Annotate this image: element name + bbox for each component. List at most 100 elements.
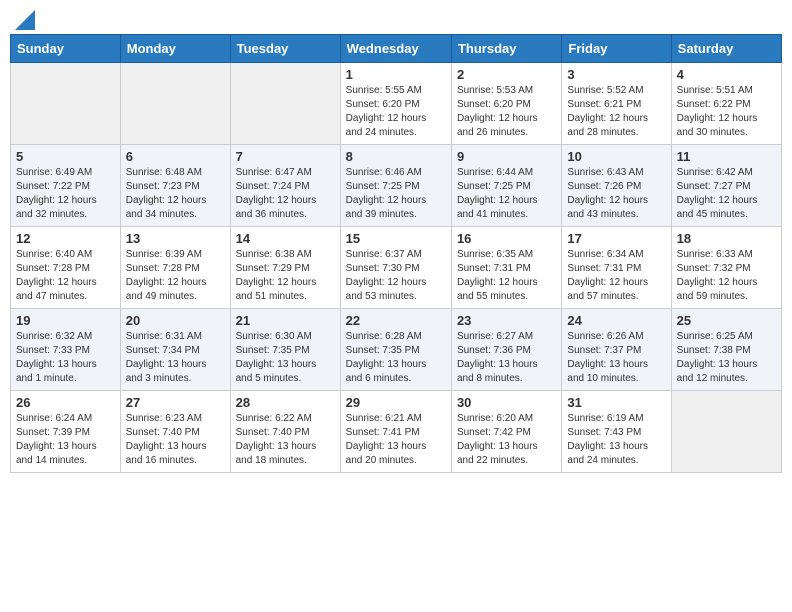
- calendar-cell: 22Sunrise: 6:28 AM Sunset: 7:35 PM Dayli…: [340, 309, 451, 391]
- day-info: Sunrise: 6:20 AM Sunset: 7:42 PM Dayligh…: [457, 412, 556, 468]
- day-info: Sunrise: 6:43 AM Sunset: 7:26 PM Dayligh…: [567, 166, 665, 222]
- calendar-cell: 24Sunrise: 6:26 AM Sunset: 7:37 PM Dayli…: [562, 309, 671, 391]
- day-info: Sunrise: 6:48 AM Sunset: 7:23 PM Dayligh…: [126, 166, 225, 222]
- day-info: Sunrise: 6:21 AM Sunset: 7:41 PM Dayligh…: [346, 412, 446, 468]
- calendar-body: 1Sunrise: 5:55 AM Sunset: 6:20 PM Daylig…: [11, 63, 782, 473]
- calendar-cell: 14 Sunrise: 6:38 AM Sunset: 7:29 PM Dayli…: [230, 227, 340, 309]
- day-number: 20: [126, 313, 225, 328]
- day-number: 2: [457, 67, 556, 82]
- calendar-header-row: SundayMondayTuesdayWednesdayThursdayFrid…: [11, 35, 782, 63]
- day-info: Sunrise: 6:38 AM Sunset: 7:29 PM Dayligh…: [236, 248, 335, 304]
- header-monday: Monday: [120, 35, 230, 63]
- day-info: Sunrise: 6:23 AM Sunset: 7:40 PM Dayligh…: [126, 412, 225, 468]
- day-number: 9: [457, 149, 556, 164]
- day-number: 31: [567, 395, 665, 410]
- calendar-cell: 7 Sunrise: 6:47 AM Sunset: 7:24 PM Daylig…: [230, 145, 340, 227]
- week-row-3: 19 Sunrise: 6:32 AM Sunset: 7:33 PM Dayli…: [11, 309, 782, 391]
- week-row-0: 1Sunrise: 5:55 AM Sunset: 6:20 PM Daylig…: [11, 63, 782, 145]
- day-number: 10: [567, 149, 665, 164]
- calendar-cell: 29 Sunrise: 6:21 AM Sunset: 7:41 PM Dayli…: [340, 391, 451, 473]
- day-number: 11: [677, 149, 776, 164]
- day-number: 14: [236, 231, 335, 246]
- calendar-cell: 5Sunrise: 6:49 AM Sunset: 7:22 PM Daylig…: [11, 145, 121, 227]
- calendar-cell: 16Sunrise: 6:35 AM Sunset: 7:31 PM Dayli…: [451, 227, 561, 309]
- day-number: 23: [457, 313, 556, 328]
- calendar-cell: 26 Sunrise: 6:24 AM Sunset: 7:39 PM Dayli…: [11, 391, 121, 473]
- day-info: Sunrise: 5:53 AM Sunset: 6:20 PM Dayligh…: [457, 84, 556, 140]
- calendar-cell: 6 Sunrise: 6:48 AM Sunset: 7:23 PM Daylig…: [120, 145, 230, 227]
- header-sunday: Sunday: [11, 35, 121, 63]
- day-info: Sunrise: 6:42 AM Sunset: 7:27 PM Dayligh…: [677, 166, 776, 222]
- day-info: Sunrise: 6:49 AM Sunset: 7:22 PM Dayligh…: [16, 166, 115, 222]
- calendar-cell: 9Sunrise: 6:44 AM Sunset: 7:25 PM Daylig…: [451, 145, 561, 227]
- calendar-cell: 21Sunrise: 6:30 AM Sunset: 7:35 PM Dayli…: [230, 309, 340, 391]
- day-number: 12: [16, 231, 115, 246]
- day-info: Sunrise: 6:26 AM Sunset: 7:37 PM Dayligh…: [567, 330, 665, 386]
- calendar-cell: 11 Sunrise: 6:42 AM Sunset: 7:27 PM Dayli…: [671, 145, 781, 227]
- day-number: 19: [16, 313, 115, 328]
- day-info: Sunrise: 6:39 AM Sunset: 7:28 PM Dayligh…: [126, 248, 225, 304]
- calendar-cell: 23Sunrise: 6:27 AM Sunset: 7:36 PM Dayli…: [451, 309, 561, 391]
- calendar-cell: 12 Sunrise: 6:40 AM Sunset: 7:28 PM Dayli…: [11, 227, 121, 309]
- day-info: Sunrise: 6:24 AM Sunset: 7:39 PM Dayligh…: [16, 412, 115, 468]
- calendar-cell: 1Sunrise: 5:55 AM Sunset: 6:20 PM Daylig…: [340, 63, 451, 145]
- day-number: 28: [236, 395, 335, 410]
- day-number: 7: [236, 149, 335, 164]
- day-info: Sunrise: 6:35 AM Sunset: 7:31 PM Dayligh…: [457, 248, 556, 304]
- day-number: 29: [346, 395, 446, 410]
- calendar-cell: [230, 63, 340, 145]
- week-row-4: 26 Sunrise: 6:24 AM Sunset: 7:39 PM Dayli…: [11, 391, 782, 473]
- day-info: Sunrise: 6:19 AM Sunset: 7:43 PM Dayligh…: [567, 412, 665, 468]
- calendar-cell: 17 Sunrise: 6:34 AM Sunset: 7:31 PM Dayli…: [562, 227, 671, 309]
- day-info: Sunrise: 6:47 AM Sunset: 7:24 PM Dayligh…: [236, 166, 335, 222]
- day-number: 3: [567, 67, 665, 82]
- calendar-table: SundayMondayTuesdayWednesdayThursdayFrid…: [10, 34, 782, 473]
- day-info: Sunrise: 6:31 AM Sunset: 7:34 PM Dayligh…: [126, 330, 225, 386]
- day-info: Sunrise: 6:34 AM Sunset: 7:31 PM Dayligh…: [567, 248, 665, 304]
- header-saturday: Saturday: [671, 35, 781, 63]
- logo: [14, 10, 35, 26]
- calendar-cell: 25Sunrise: 6:25 AM Sunset: 7:38 PM Dayli…: [671, 309, 781, 391]
- calendar-cell: 31 Sunrise: 6:19 AM Sunset: 7:43 PM Dayli…: [562, 391, 671, 473]
- day-number: 4: [677, 67, 776, 82]
- calendar-cell: 28 Sunrise: 6:22 AM Sunset: 7:40 PM Dayli…: [230, 391, 340, 473]
- day-info: Sunrise: 6:37 AM Sunset: 7:30 PM Dayligh…: [346, 248, 446, 304]
- day-number: 13: [126, 231, 225, 246]
- calendar-cell: [11, 63, 121, 145]
- logo-icon: [15, 10, 35, 30]
- calendar-cell: 20 Sunrise: 6:31 AM Sunset: 7:34 PM Dayli…: [120, 309, 230, 391]
- calendar-cell: 15 Sunrise: 6:37 AM Sunset: 7:30 PM Dayli…: [340, 227, 451, 309]
- calendar-cell: 13 Sunrise: 6:39 AM Sunset: 7:28 PM Dayli…: [120, 227, 230, 309]
- day-info: Sunrise: 6:32 AM Sunset: 7:33 PM Dayligh…: [16, 330, 115, 386]
- day-info: Sunrise: 6:28 AM Sunset: 7:35 PM Dayligh…: [346, 330, 446, 386]
- page-header: [10, 10, 782, 26]
- calendar-cell: 30 Sunrise: 6:20 AM Sunset: 7:42 PM Dayli…: [451, 391, 561, 473]
- calendar-cell: 27 Sunrise: 6:23 AM Sunset: 7:40 PM Dayli…: [120, 391, 230, 473]
- day-number: 1: [346, 67, 446, 82]
- day-number: 21: [236, 313, 335, 328]
- day-info: Sunrise: 5:52 AM Sunset: 6:21 PM Dayligh…: [567, 84, 665, 140]
- day-number: 8: [346, 149, 446, 164]
- day-info: Sunrise: 6:25 AM Sunset: 7:38 PM Dayligh…: [677, 330, 776, 386]
- day-number: 26: [16, 395, 115, 410]
- calendar-cell: 3 Sunrise: 5:52 AM Sunset: 6:21 PM Daylig…: [562, 63, 671, 145]
- week-row-1: 5Sunrise: 6:49 AM Sunset: 7:22 PM Daylig…: [11, 145, 782, 227]
- calendar-cell: [120, 63, 230, 145]
- calendar-cell: 19 Sunrise: 6:32 AM Sunset: 7:33 PM Dayli…: [11, 309, 121, 391]
- day-number: 15: [346, 231, 446, 246]
- day-info: Sunrise: 6:22 AM Sunset: 7:40 PM Dayligh…: [236, 412, 335, 468]
- calendar-cell: [671, 391, 781, 473]
- day-number: 27: [126, 395, 225, 410]
- header-friday: Friday: [562, 35, 671, 63]
- calendar-cell: 8Sunrise: 6:46 AM Sunset: 7:25 PM Daylig…: [340, 145, 451, 227]
- header-thursday: Thursday: [451, 35, 561, 63]
- day-number: 30: [457, 395, 556, 410]
- day-number: 6: [126, 149, 225, 164]
- day-number: 17: [567, 231, 665, 246]
- header-wednesday: Wednesday: [340, 35, 451, 63]
- calendar-cell: 18Sunrise: 6:33 AM Sunset: 7:32 PM Dayli…: [671, 227, 781, 309]
- day-info: Sunrise: 6:40 AM Sunset: 7:28 PM Dayligh…: [16, 248, 115, 304]
- calendar-cell: 10 Sunrise: 6:43 AM Sunset: 7:26 PM Dayli…: [562, 145, 671, 227]
- header-tuesday: Tuesday: [230, 35, 340, 63]
- week-row-2: 12 Sunrise: 6:40 AM Sunset: 7:28 PM Dayli…: [11, 227, 782, 309]
